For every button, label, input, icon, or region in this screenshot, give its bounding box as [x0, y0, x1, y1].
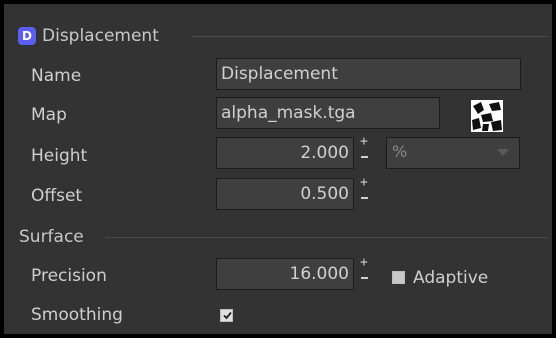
- map-label: Map: [31, 105, 67, 125]
- name-label: Name: [31, 66, 82, 86]
- precision-spinner[interactable]: +: [359, 256, 371, 288]
- checkmark-icon: [223, 311, 232, 320]
- increment-icon[interactable]: +: [360, 135, 368, 149]
- offset-label: Offset: [31, 186, 83, 206]
- surface-section-title: Surface: [19, 227, 84, 247]
- offset-spinner[interactable]: +: [359, 176, 371, 208]
- checker-texture-icon[interactable]: [471, 100, 503, 132]
- section-divider: [105, 237, 548, 238]
- precision-label: Precision: [31, 266, 107, 286]
- adaptive-checkbox[interactable]: [392, 271, 405, 284]
- precision-field[interactable]: 16.000: [216, 258, 354, 290]
- height-unit-dropdown[interactable]: %: [386, 137, 520, 169]
- displacement-panel: D Displacement Name Displacement Map alp…: [4, 4, 552, 334]
- displacement-section-header: D Displacement: [18, 26, 159, 46]
- decrement-icon[interactable]: [361, 156, 368, 158]
- decrement-icon[interactable]: [361, 277, 368, 279]
- map-field[interactable]: alpha_mask.tga: [216, 97, 440, 129]
- section-divider: [192, 36, 548, 37]
- adaptive-label: Adaptive: [413, 268, 489, 288]
- height-spinner[interactable]: +: [359, 135, 371, 167]
- chevron-down-icon: [497, 149, 509, 156]
- name-field[interactable]: Displacement: [216, 58, 521, 90]
- increment-icon[interactable]: +: [360, 256, 368, 270]
- displacement-section-title: Displacement: [42, 26, 159, 46]
- increment-icon[interactable]: +: [360, 176, 368, 190]
- smoothing-label: Smoothing: [31, 305, 123, 325]
- height-label: Height: [31, 146, 88, 166]
- height-field[interactable]: 2.000: [216, 137, 354, 169]
- smoothing-checkbox[interactable]: [220, 309, 233, 322]
- displacement-badge-icon: D: [18, 27, 36, 45]
- offset-field[interactable]: 0.500: [216, 178, 354, 210]
- checker-texture-svg: [471, 100, 503, 132]
- decrement-icon[interactable]: [361, 197, 368, 199]
- height-unit-value: %: [392, 142, 408, 161]
